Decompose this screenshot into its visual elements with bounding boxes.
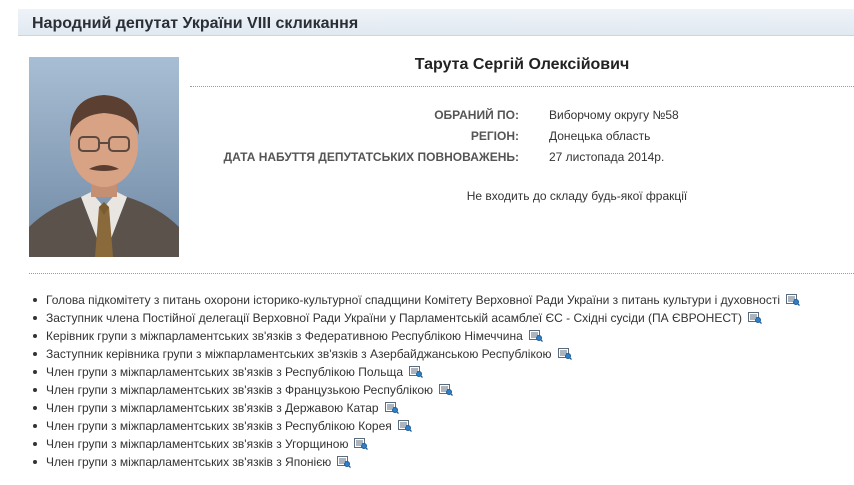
bullet-icon (33, 370, 37, 374)
role-list-item: Член групи з міжпарламентських зв'язків … (0, 453, 800, 471)
role-list-item: Член групи з міжпарламентських зв'язків … (0, 417, 800, 435)
role-list-item: Член групи з міжпарламентських зв'язків … (0, 399, 800, 417)
info-row-region: РЕГІОН: Донецька область (190, 129, 854, 145)
info-value: 27 листопада 2014р. (549, 150, 665, 164)
role-text: Член групи з міжпарламентських зв'язків … (46, 365, 404, 379)
role-list-item: Голова підкомітету з питань охорони істо… (0, 291, 800, 309)
info-label: ОБРАНИЙ ПО: (434, 108, 519, 122)
bullet-icon (33, 298, 37, 302)
name-divider (190, 86, 854, 87)
bullet-icon (33, 352, 37, 356)
info-row-date: ДАТА НАБУТТЯ ДЕПУТАТСЬКИХ ПОВНОВАЖЕНЬ: 2… (190, 150, 854, 166)
role-list-item: Заступник члена Постійної делегації Верх… (0, 309, 800, 327)
document-search-icon[interactable] (409, 365, 424, 378)
portrait-photo-icon (29, 57, 179, 257)
page-header: Народний депутат України VIII скликання (18, 9, 854, 36)
info-label: ДАТА НАБУТТЯ ДЕПУТАТСЬКИХ ПОВНОВАЖЕНЬ: (223, 150, 519, 164)
document-search-icon[interactable] (397, 419, 412, 432)
role-text: Член групи з міжпарламентських зв'язків … (46, 419, 392, 433)
role-text: Член групи з міжпарламентських зв'язків … (46, 455, 332, 469)
bullet-icon (33, 442, 37, 446)
deputy-photo (29, 57, 179, 257)
role-list-item: Керівник групи з міжпарламентських зв'яз… (0, 327, 800, 345)
roles-list: Голова підкомітету з питань охорони істо… (0, 291, 800, 471)
role-text: Член групи з міжпарламентських зв'язків … (46, 401, 379, 415)
role-list-item: Член групи з міжпарламентських зв'язків … (0, 363, 800, 381)
bullet-icon (33, 424, 37, 428)
info-value: Донецька область (549, 129, 651, 143)
role-text: Заступник керівника групи з міжпарламент… (46, 347, 552, 361)
faction-status: Не входить до складу будь-якої фракції (466, 189, 688, 203)
bullet-icon (33, 334, 37, 338)
role-text: Член групи з міжпарламентських зв'язків … (46, 383, 434, 397)
role-text: Голова підкомітету з питань охорони істо… (46, 293, 780, 307)
info-value: Виборчому округу №58 (549, 108, 679, 122)
bullet-icon (33, 406, 37, 410)
page-title: Народний депутат України VIII скликання (32, 15, 359, 32)
document-search-icon[interactable] (557, 347, 572, 360)
bullet-icon (33, 316, 37, 320)
role-list-item: Член групи з міжпарламентських зв'язків … (0, 435, 800, 453)
document-search-icon[interactable] (786, 293, 800, 306)
role-text: Член групи з міжпарламентських зв'язків … (46, 437, 349, 451)
document-search-icon[interactable] (439, 383, 453, 396)
document-search-icon[interactable] (337, 455, 352, 468)
section-divider (29, 273, 854, 274)
document-search-icon[interactable] (528, 329, 543, 342)
info-label: РЕГІОН: (470, 129, 519, 143)
bullet-icon (33, 460, 37, 464)
role-text: Керівник групи з міжпарламентських зв'яз… (46, 329, 523, 343)
bullet-icon (33, 388, 37, 392)
role-list-item: Член групи з міжпарламентських зв'язків … (0, 381, 800, 399)
role-text: Заступник члена Постійної делегації Верх… (46, 311, 742, 325)
role-list-item: Заступник керівника групи з міжпарламент… (0, 345, 800, 363)
document-search-icon[interactable] (354, 437, 369, 450)
document-search-icon[interactable] (384, 401, 399, 414)
document-search-icon[interactable] (747, 311, 762, 324)
deputy-name: Тарута Сергій Олексійович (414, 56, 630, 73)
info-row-elected: ОБРАНИЙ ПО: Виборчому округу №58 (190, 108, 854, 124)
